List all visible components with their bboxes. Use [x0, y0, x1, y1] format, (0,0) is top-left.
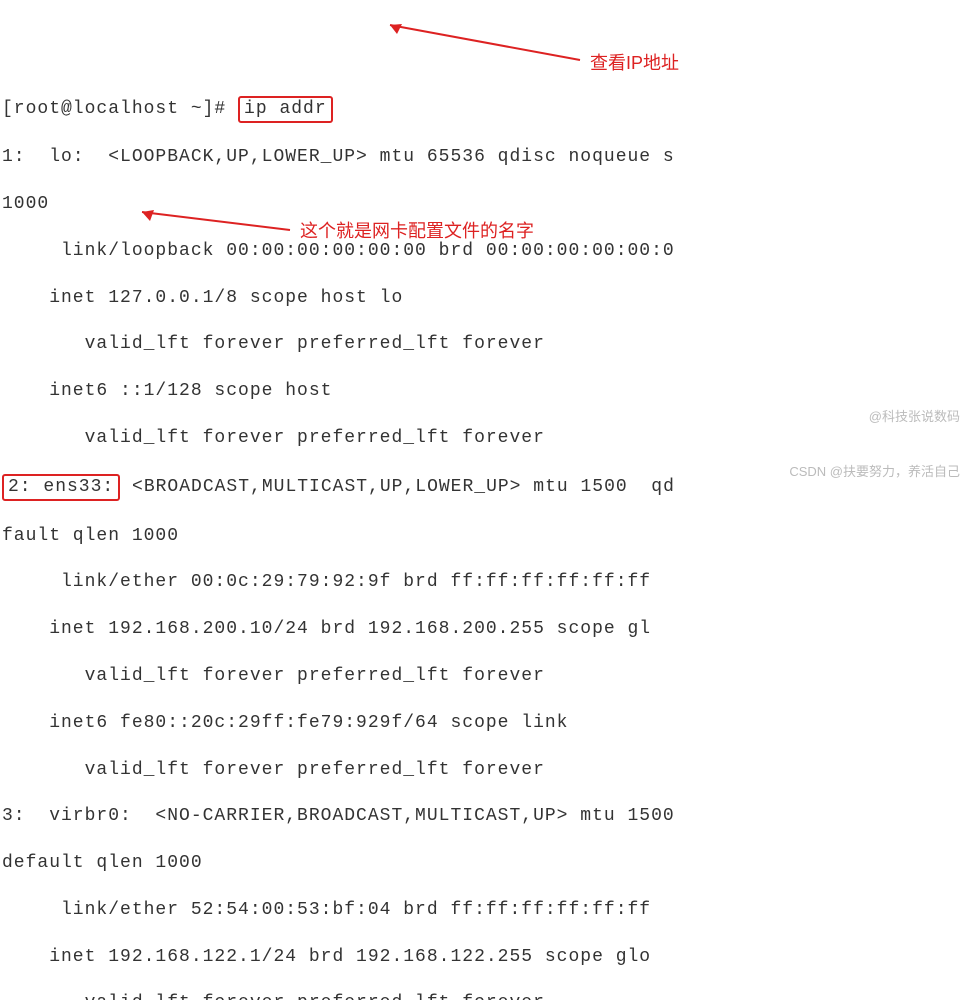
output-line: inet 192.168.122.1/24 brd 192.168.122.25…	[2, 946, 966, 969]
iface-name-box: 2: ens33:	[2, 474, 120, 501]
output-line: default qlen 1000	[2, 852, 966, 875]
iface-name: 2: ens33:	[8, 477, 114, 497]
output-line: 3: virbr0: <NO-CARRIER,BROADCAST,MULTICA…	[2, 805, 966, 828]
annotation-view-ip: 查看IP地址	[590, 52, 679, 75]
output-line: 1000	[2, 193, 966, 216]
output-line: link/ether 00:0c:29:79:92:9f brd ff:ff:f…	[2, 571, 966, 594]
shell-prompt: [root@localhost ~]#	[2, 99, 238, 119]
command-box: ip addr	[238, 96, 333, 123]
output-line: valid_lft forever preferred_lft forever	[2, 992, 966, 1000]
arrow-to-command	[380, 15, 590, 70]
output-line: fault qlen 1000	[2, 525, 966, 548]
iface-rest: <BROADCAST,MULTICAST,UP,LOWER_UP> mtu 15…	[120, 477, 675, 497]
output-line: link/loopback 00:00:00:00:00:00 brd 00:0…	[2, 240, 966, 263]
annotation-nic-name: 这个就是网卡配置文件的名字	[300, 220, 534, 243]
output-line: 1: lo: <LOOPBACK,UP,LOWER_UP> mtu 65536 …	[2, 146, 966, 169]
output-line: valid_lft forever preferred_lft forever	[2, 665, 966, 688]
watermark-line2: CSDN @扶要努力，养活自己	[789, 463, 960, 481]
output-line: link/ether 52:54:00:53:bf:04 brd ff:ff:f…	[2, 899, 966, 922]
prompt-line: [root@localhost ~]# ip addr	[2, 96, 966, 123]
output-line: inet6 fe80::20c:29ff:fe79:929f/64 scope …	[2, 712, 966, 735]
output-line: inet 127.0.0.1/8 scope host lo	[2, 287, 966, 310]
output-line: valid_lft forever preferred_lft forever	[2, 333, 966, 356]
watermark-line1: @科技张说数码	[789, 408, 960, 426]
watermark: @科技张说数码 CSDN @扶要努力，养活自己	[789, 372, 960, 499]
output-line: valid_lft forever preferred_lft forever	[2, 759, 966, 782]
command-text: ip addr	[244, 99, 327, 119]
output-line: inet 192.168.200.10/24 brd 192.168.200.2…	[2, 618, 966, 641]
